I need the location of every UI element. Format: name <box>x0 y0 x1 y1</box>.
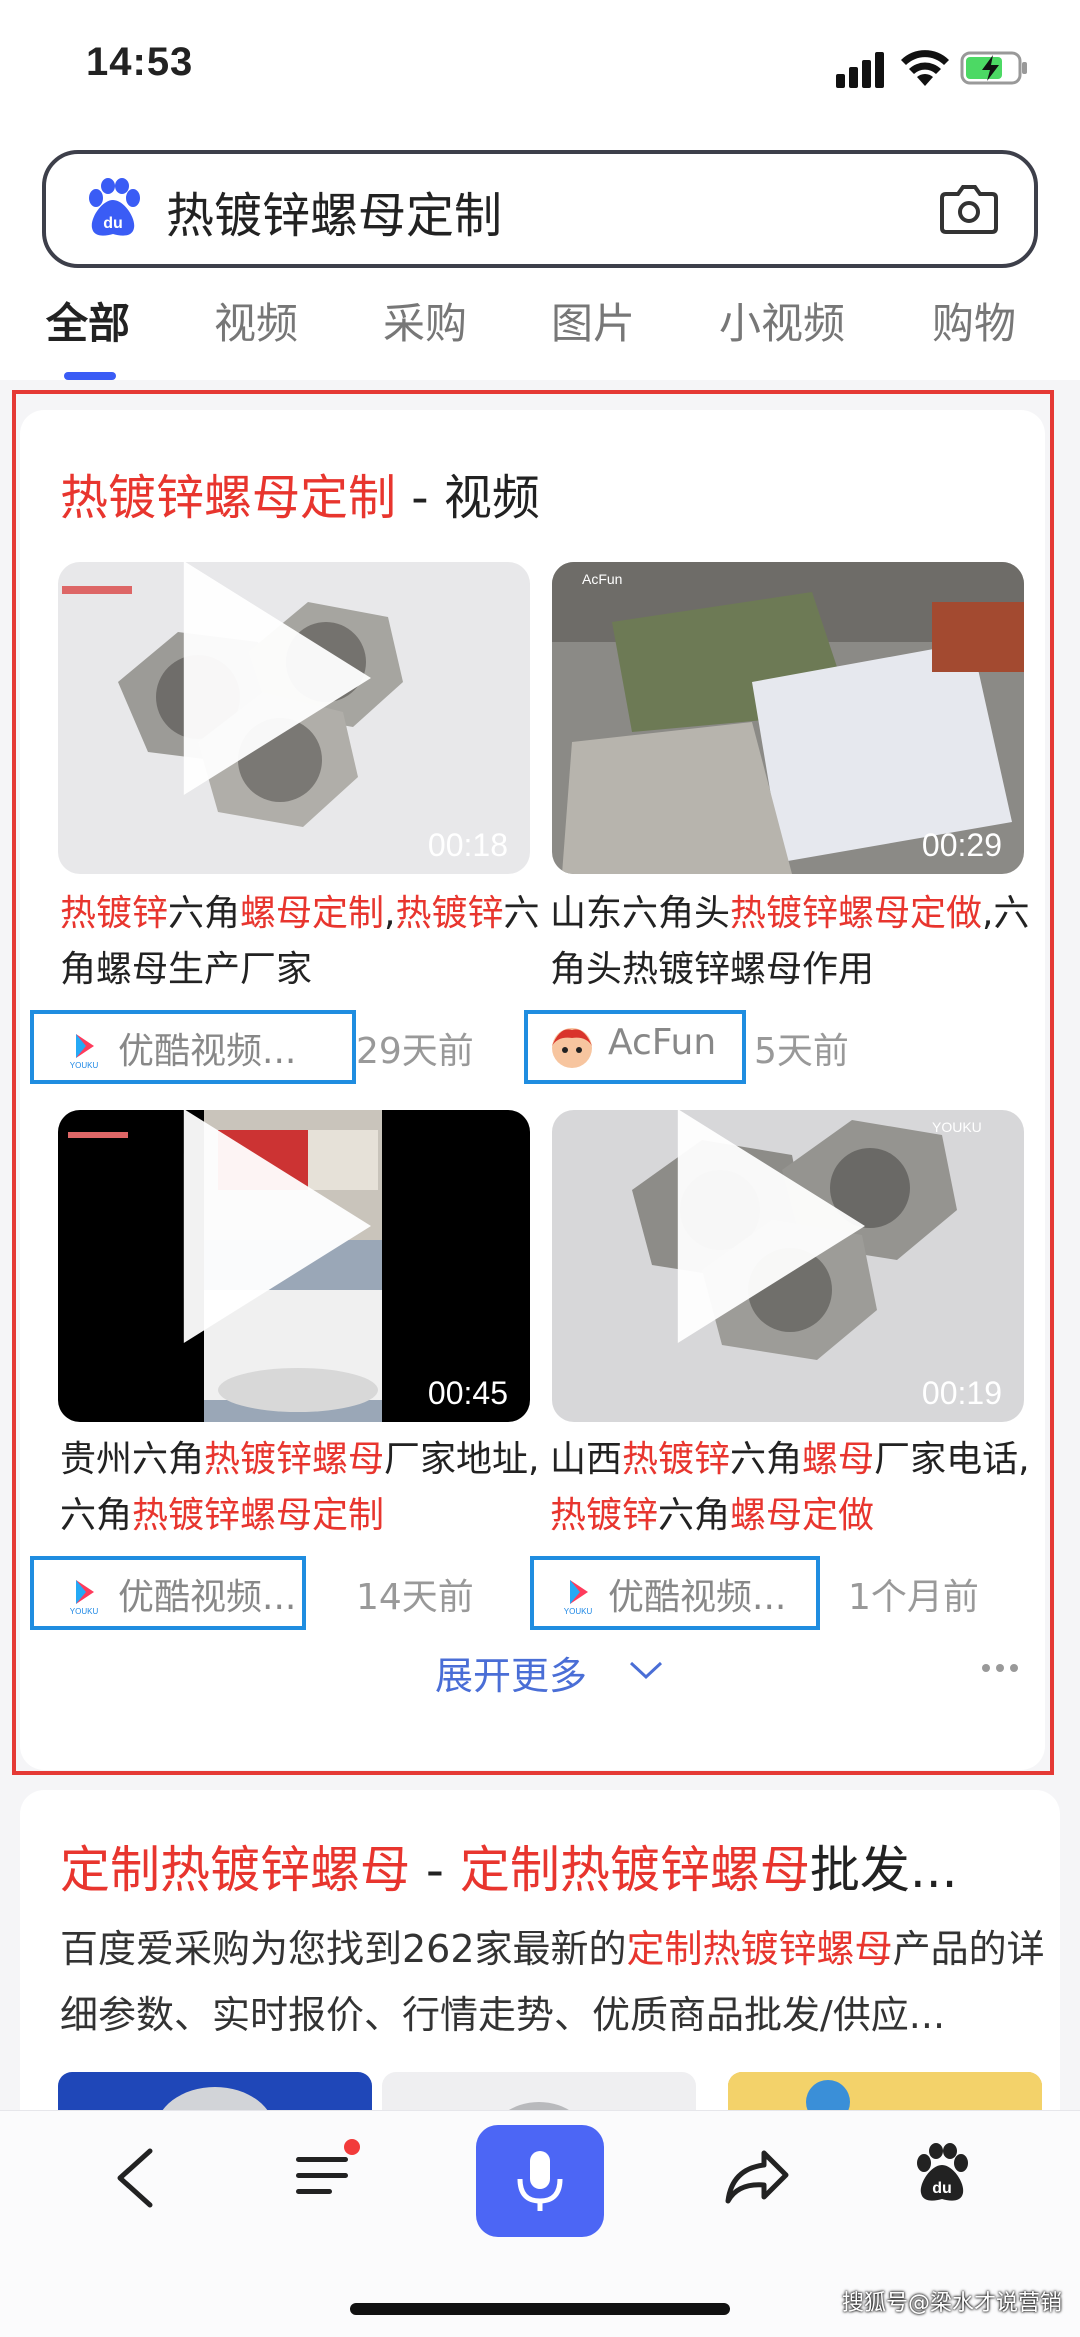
cellular-signal-icon <box>836 52 884 88</box>
page: 14:53 du 热镀锌螺母定制 全部 视频 采购 图片 小视频 购物 热镀锌螺… <box>0 0 1080 2337</box>
video-title-1[interactable]: 热镀锌六角螺母定制,热镀锌六角螺母生产厂家 <box>60 886 540 998</box>
svg-text:YOUKU: YOUKU <box>70 1607 99 1616</box>
play-icon <box>183 562 371 795</box>
baidu-paw-icon[interactable]: du <box>912 2143 972 2205</box>
video-title-3[interactable]: 贵州六角热镀锌螺母厂家地址,六角热镀锌螺母定制 <box>60 1432 540 1544</box>
video-source-1[interactable]: 优酷视频... <box>118 1022 296 1074</box>
highlight-text: 热镀锌螺母定做 <box>730 893 983 934</box>
highlight-text: 定制热镀锌螺母 <box>459 1841 810 1899</box>
search-box[interactable]: du 热镀锌螺母定制 <box>42 150 1038 268</box>
video-card-title[interactable]: 热镀锌螺母定制 - 视频 <box>60 458 540 528</box>
chevron-down-icon[interactable] <box>628 1658 664 1682</box>
active-tab-indicator <box>64 372 116 380</box>
back-icon[interactable] <box>112 2147 158 2209</box>
video-thumbnail-1[interactable]: 00:18 <box>58 562 530 874</box>
text-segment: , <box>384 893 396 934</box>
video-duration: 00:18 <box>427 827 508 863</box>
video-source-3[interactable]: 优酷视频... <box>118 1568 296 1620</box>
highlight-text: 定制热镀锌螺母 <box>60 1841 410 1899</box>
video-time-4: 1个月前 <box>848 1577 979 1618</box>
acfun-icon <box>552 1028 592 1068</box>
text-segment: 六角 <box>730 1439 803 1480</box>
highlight-text: 热镀锌 <box>622 1439 731 1480</box>
highlight-text: 螺母 <box>802 1439 875 1480</box>
battery-charging-icon <box>960 51 1027 85</box>
youku-icon: YOUKU <box>70 1034 99 1070</box>
text-segment: 山东六角头 <box>550 893 731 934</box>
search-header: du 热镀锌螺母定制 全部 视频 采购 图片 小视频 购物 <box>0 140 1080 380</box>
text-segment: 百度爱采购为您找到262家最新的 <box>60 1927 627 1971</box>
video-title-4[interactable]: 山西热镀锌六角螺母厂家电话,热镀锌六角螺母定做 <box>550 1432 1030 1544</box>
share-icon[interactable] <box>724 2147 790 2205</box>
highlight-text: 热镀锌 <box>550 1495 659 1536</box>
play-icon <box>677 1110 865 1343</box>
highlight-text: 热镀锌螺母 <box>204 1439 385 1480</box>
youku-icon: YOUKU <box>70 1580 99 1616</box>
svg-text:YOUKU: YOUKU <box>564 1607 593 1616</box>
video-thumbnail-2[interactable]: AcFun 00:29 <box>552 562 1024 874</box>
search-tabs: 全部 视频 采购 图片 小视频 购物 <box>0 290 1080 380</box>
svg-text:YOUKU: YOUKU <box>70 1061 99 1070</box>
wifi-icon <box>901 50 949 86</box>
svg-text:du: du <box>932 2180 952 2197</box>
baidu-paw-logo-icon: du <box>89 178 140 236</box>
text-segment: 六角 <box>658 1495 731 1536</box>
tab-images[interactable]: 图片 <box>551 290 635 351</box>
video-time-3: 14天前 <box>356 1577 474 1618</box>
svg-text:AcFun: AcFun <box>582 571 622 587</box>
video-title-2[interactable]: 山东六角头热镀锌螺母定做,六角头热镀锌螺母作用 <box>550 886 1030 998</box>
video-duration: 00:45 <box>427 1375 508 1411</box>
svg-text:du: du <box>103 215 123 232</box>
video-time-2: 5天前 <box>754 1031 849 1072</box>
highlight-text: 螺母定做 <box>730 1495 875 1536</box>
feed-menu-icon[interactable] <box>292 2137 366 2211</box>
highlight-text: 热镀锌螺母定制 <box>132 1495 385 1536</box>
video-duration: 00:19 <box>921 1375 1002 1411</box>
microphone-icon <box>517 2151 563 2211</box>
video-thumbnail-4[interactable]: YOUKU 00:19 <box>552 1110 1024 1422</box>
text-segment: 厂家电话, <box>874 1439 1030 1480</box>
camera-search-icon[interactable] <box>938 178 1000 238</box>
text-segment: - <box>410 1841 460 1899</box>
text-segment: 批发... <box>809 1841 958 1899</box>
highlight-text: 热镀锌 <box>395 893 504 934</box>
search-query-text[interactable]: 热镀锌螺母定制 <box>166 176 502 246</box>
result-description: 百度爱采购为您找到262家最新的定制热镀锌螺母产品的详细参数、实时报价、行情走势… <box>60 1916 1050 2048</box>
play-icon <box>183 1110 371 1343</box>
video-card-title-suffix: - 视频 <box>396 470 540 526</box>
more-options-icon[interactable] <box>980 1662 1020 1674</box>
tab-short-video[interactable]: 小视频 <box>719 290 845 351</box>
text-segment: 贵州六角 <box>60 1439 205 1480</box>
highlight-text: 定制热镀锌螺母 <box>626 1927 893 1971</box>
bottom-toolbar: du 搜狐号@梁水才说营销 <box>0 2110 1080 2337</box>
expand-more-button[interactable]: 展开更多 <box>435 1645 587 1700</box>
highlight-text: 热镀锌 <box>60 893 169 934</box>
tab-all[interactable]: 全部 <box>46 290 130 351</box>
video-source-4[interactable]: 优酷视频... <box>608 1568 786 1620</box>
text-segment: 六角 <box>168 893 241 934</box>
highlight-text: 螺母定制 <box>240 893 385 934</box>
tab-shopping[interactable]: 购物 <box>932 290 1016 351</box>
status-time: 14:53 <box>86 40 194 84</box>
voice-search-button[interactable] <box>476 2125 604 2237</box>
result-title[interactable]: 定制热镀锌螺母 - 定制热镀锌螺母批发... <box>60 1830 958 1902</box>
home-indicator <box>350 2303 730 2315</box>
tab-purchase[interactable]: 采购 <box>383 290 467 351</box>
tab-video[interactable]: 视频 <box>214 290 298 351</box>
video-result-card: 热镀锌螺母定制 - 视频 00:18 热镀锌六角螺母定制,热镀锌六角螺母生产厂家… <box>20 410 1045 1770</box>
video-duration: 00:29 <box>921 827 1002 863</box>
video-card-title-highlight: 热镀锌螺母定制 <box>60 470 397 526</box>
status-bar: 14:53 <box>0 0 1080 140</box>
video-time-1: 29天前 <box>356 1031 474 1072</box>
video-source-2[interactable]: AcFun <box>608 1022 716 1063</box>
video-thumbnail-3[interactable]: 00:45 <box>58 1110 530 1422</box>
youku-icon: YOUKU <box>564 1580 593 1616</box>
text-segment: 山西 <box>550 1439 623 1480</box>
watermark-text: 搜狐号@梁水才说营销 <box>842 2291 1063 2316</box>
